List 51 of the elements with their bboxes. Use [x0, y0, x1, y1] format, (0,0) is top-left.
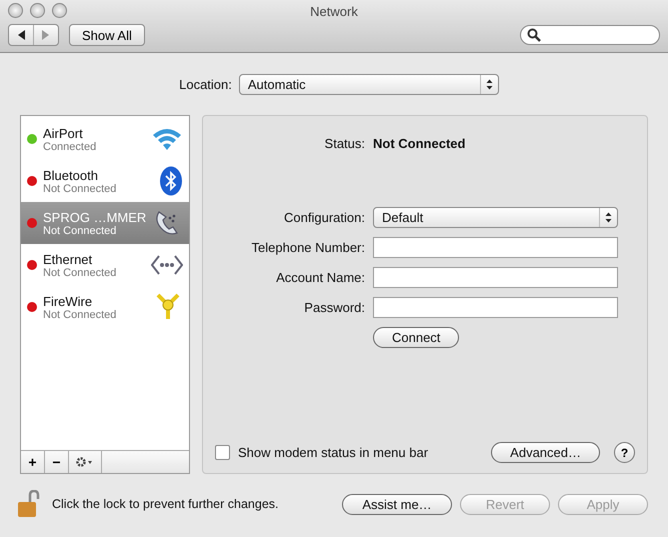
window-title: Network — [310, 4, 358, 18]
right-triangle-icon — [41, 30, 51, 40]
help-button[interactable]: ? — [614, 442, 635, 463]
action-button[interactable]: Assist me… — [342, 494, 452, 514]
checkbox-label: Show modem status in menu bar — [238, 445, 428, 460]
advanced-button[interactable]: Advanced… — [491, 442, 600, 463]
search-icon — [527, 28, 541, 42]
service-status: Connected — [43, 140, 98, 152]
service-item[interactable]: Bluetooth Not Connected — [21, 160, 189, 202]
location-popup[interactable]: Automatic — [238, 74, 499, 94]
stepper-arrows-icon — [486, 78, 493, 90]
service-item[interactable]: Ethernet Not Connected — [21, 244, 189, 286]
lock-icon — [18, 490, 42, 518]
field-label: Telephone Number: — [250, 240, 365, 254]
service-item[interactable]: AirPort Connected — [21, 118, 189, 160]
configuration-popup[interactable]: Default — [373, 206, 618, 228]
service-item[interactable]: SPROG …MMER Not Connected — [21, 202, 189, 244]
zoom-button[interactable] — [52, 3, 67, 18]
field-label: Configuration: — [283, 210, 365, 224]
lock-message: Click the lock to prevent further changes. — [52, 497, 279, 511]
list-button[interactable]: + — [21, 451, 45, 473]
checkbox[interactable] — [215, 445, 230, 460]
status-label: Status: — [324, 136, 365, 150]
input-field[interactable] — [373, 296, 618, 318]
service-name: Ethernet — [43, 252, 94, 266]
status-value: Not Connected — [373, 136, 466, 150]
service-status: Not Connected — [43, 308, 118, 320]
left-triangle-icon — [16, 30, 26, 40]
list-button[interactable]: − — [45, 451, 69, 473]
gear-icon — [76, 457, 94, 467]
service-name: SPROG …MMER — [43, 210, 147, 224]
service-status: Not Connected — [43, 224, 118, 236]
field-label: Password: — [303, 300, 365, 314]
connect-button[interactable]: Connect — [373, 326, 460, 348]
input-field[interactable] — [373, 236, 618, 258]
search-field[interactable] — [520, 25, 660, 45]
minimize-button[interactable] — [30, 3, 45, 18]
service-status: Not Connected — [43, 266, 118, 278]
location-label: Location: — [179, 76, 232, 92]
service-name: AirPort — [43, 126, 84, 140]
service-status: Not Connected — [43, 182, 118, 194]
service-name: FireWire — [43, 294, 94, 308]
bluetooth-icon — [159, 166, 183, 196]
ethernet-icon — [151, 253, 183, 277]
show-all-button[interactable]: Show All — [69, 24, 145, 46]
field-label: Account Name: — [275, 270, 365, 284]
close-button[interactable] — [8, 3, 23, 18]
service-item[interactable]: FireWire Not Connected — [21, 286, 189, 328]
service-name: Bluetooth — [43, 168, 99, 182]
stepper-arrows-icon — [605, 212, 612, 222]
input-field[interactable] — [373, 266, 618, 288]
